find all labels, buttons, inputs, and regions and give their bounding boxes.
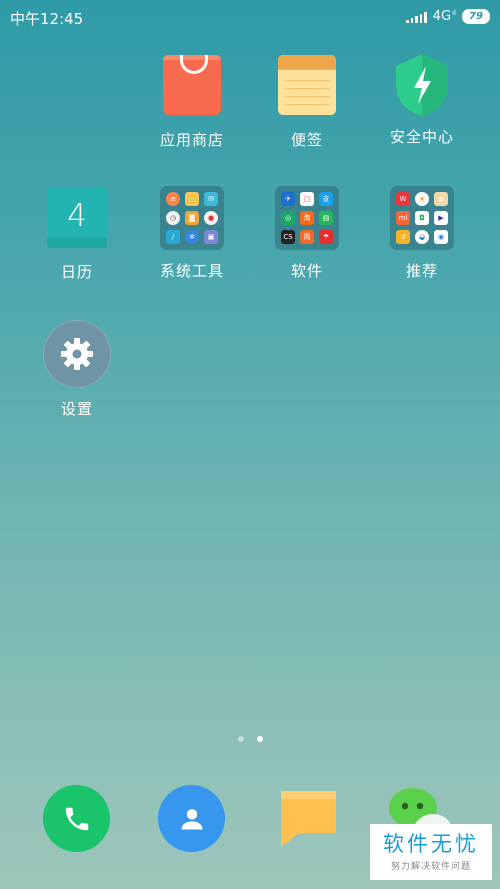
mini-app-icon: ☂ <box>319 230 333 244</box>
mini-app-icon: ▣ <box>204 230 218 244</box>
settings-label: 设置 <box>60 400 93 418</box>
mini-app-icon: ≡ <box>166 192 180 206</box>
app-store-label: 应用商店 <box>159 131 224 149</box>
mini-app-icon: ◘ <box>415 211 429 225</box>
settings-app[interactable]: 设置 <box>27 320 127 419</box>
mini-app-icon: CS <box>281 230 295 244</box>
mini-app-icon: 简 <box>300 230 314 244</box>
phone-app[interactable] <box>43 785 110 852</box>
recommend-label: 推荐 <box>405 262 438 280</box>
calendar-app[interactable]: 4 日历 <box>27 188 127 282</box>
mini-app-icon: W <box>396 192 410 206</box>
shopping-bag-icon <box>163 55 221 115</box>
page-indicator[interactable] <box>0 736 500 742</box>
person-icon <box>181 808 202 829</box>
page-dot[interactable] <box>237 736 244 742</box>
watermark-subtitle: 努力解决软件问题 <box>390 862 471 872</box>
mini-app-icon <box>185 192 199 206</box>
mini-app-icon: ◎ <box>281 211 295 225</box>
folder-icon: W ★ ≡ mi ◘ ▶ ↺ ◒ ◉ <box>390 186 454 250</box>
mini-app-icon: / <box>166 230 180 244</box>
mini-app-icon: 淘 <box>300 211 314 225</box>
folder-icon: ≡ ✉ ◷ ◙ ● / ✲ ▣ <box>160 186 224 250</box>
notes-label: 便签 <box>290 131 323 149</box>
battery-icon: 79 <box>462 9 490 24</box>
recommend-folder[interactable]: W ★ ≡ mi ◘ ▶ ↺ ◒ ◉ 推荐 <box>372 186 472 281</box>
mini-app-icon: ▤ <box>319 211 333 225</box>
mini-app-icon: 支 <box>319 192 333 206</box>
mini-app-icon: ▶ <box>434 211 448 225</box>
phone-icon <box>65 807 88 830</box>
security-center-label: 安全中心 <box>389 128 454 146</box>
watermark-title: 软件无忧 <box>383 832 479 856</box>
mini-app-icon: mi <box>396 211 410 225</box>
mini-app-icon: ▢ <box>300 192 314 206</box>
app-store-app[interactable]: 应用商店 <box>142 55 242 150</box>
watermark: 软件无忧 努力解决软件问题 <box>370 824 492 880</box>
status-time: 中午12:45 <box>10 10 84 28</box>
mini-app-icon: ● <box>204 211 218 225</box>
mini-app-icon: ◷ <box>166 211 180 225</box>
message-bubble-icon <box>281 791 336 847</box>
calendar-day: 4 <box>67 198 87 234</box>
page-dot-active[interactable] <box>256 736 263 742</box>
status-bar: 中午12:45 4Gıl 79 <box>0 0 500 34</box>
mini-app-icon: ◙ <box>185 211 199 225</box>
mini-app-icon: ✲ <box>185 230 199 244</box>
software-label: 软件 <box>290 262 323 280</box>
mini-app-icon: ◉ <box>434 230 448 244</box>
notes-app[interactable]: 便签 <box>257 55 357 150</box>
contacts-app[interactable] <box>158 785 225 852</box>
mini-app-icon: ✉ <box>204 192 218 206</box>
calendar-icon: 4 <box>47 188 107 248</box>
security-center-app[interactable]: 安全中心 <box>372 52 472 147</box>
folder-icon: ✈ ▢ 支 ◎ 淘 ▤ CS 简 ☂ <box>275 186 339 250</box>
mini-app-icon: ◒ <box>415 230 429 244</box>
system-tools-folder[interactable]: ≡ ✉ ◷ ◙ ● / ✲ ▣ 系统工具 <box>142 186 242 281</box>
mini-app-icon: ↺ <box>396 230 410 244</box>
system-tools-label: 系统工具 <box>159 262 224 280</box>
mini-app-icon: ≡ <box>434 192 448 206</box>
status-indicators: 4Gıl 79 <box>406 9 490 24</box>
mini-app-icon: ✈ <box>281 192 295 206</box>
mini-app-icon: ★ <box>415 192 429 206</box>
messages-app[interactable] <box>281 791 336 847</box>
calendar-label: 日历 <box>60 263 93 281</box>
shield-lightning-icon <box>390 52 454 116</box>
network-type: 4Gıl <box>432 9 456 24</box>
signal-icon <box>406 11 427 23</box>
software-folder[interactable]: ✈ ▢ 支 ◎ 淘 ▤ CS 简 ☂ 软件 <box>257 186 357 281</box>
gear-icon <box>43 320 111 388</box>
notepad-icon <box>278 55 336 115</box>
